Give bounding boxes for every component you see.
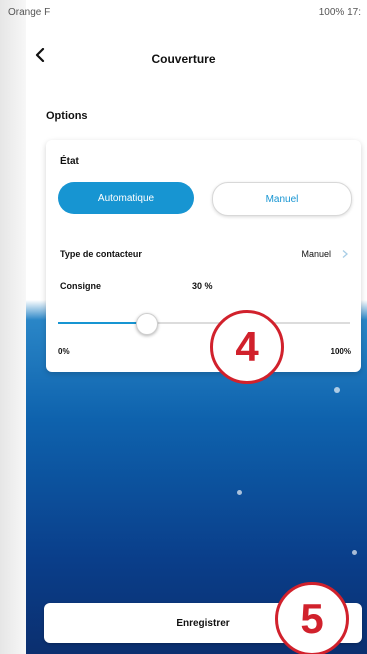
status-bar: Orange F 100% 17: [0, 0, 367, 26]
battery-time: 100% 17: [318, 7, 361, 18]
contactor-type-label: Type de contacteur [60, 249, 142, 259]
decor-bubble [237, 490, 242, 495]
segment-automatic[interactable]: Automatique [58, 182, 194, 214]
slider-max-label: 100% [330, 347, 351, 356]
setpoint-slider-fill [58, 322, 146, 324]
annotation-badge-5: 5 [275, 582, 349, 654]
state-label: État [60, 156, 79, 167]
setpoint-value: 30 % [192, 281, 213, 291]
segment-manual[interactable]: Manuel [212, 182, 352, 216]
options-section-title: Options [46, 110, 88, 122]
setpoint-label: Consigne [60, 281, 102, 291]
setpoint-slider-thumb[interactable] [135, 313, 158, 335]
carrier-label: Orange F [8, 7, 51, 18]
setpoint-slider-track[interactable] [58, 322, 350, 324]
decor-bubble [334, 387, 340, 393]
chevron-right-icon[interactable] [341, 250, 349, 258]
slider-min-label: 0% [58, 347, 70, 356]
page-title: Couverture [151, 52, 216, 66]
decor-bubble [352, 550, 357, 555]
options-card: État Automatique Manuel Type de contacte… [46, 140, 361, 372]
app-screen: Orange F 100% 17: Couverture Options Éta… [0, 0, 367, 654]
annotation-badge-4: 4 [210, 310, 284, 384]
contactor-type-value[interactable]: Manuel [301, 249, 331, 259]
device-edge [0, 0, 26, 654]
